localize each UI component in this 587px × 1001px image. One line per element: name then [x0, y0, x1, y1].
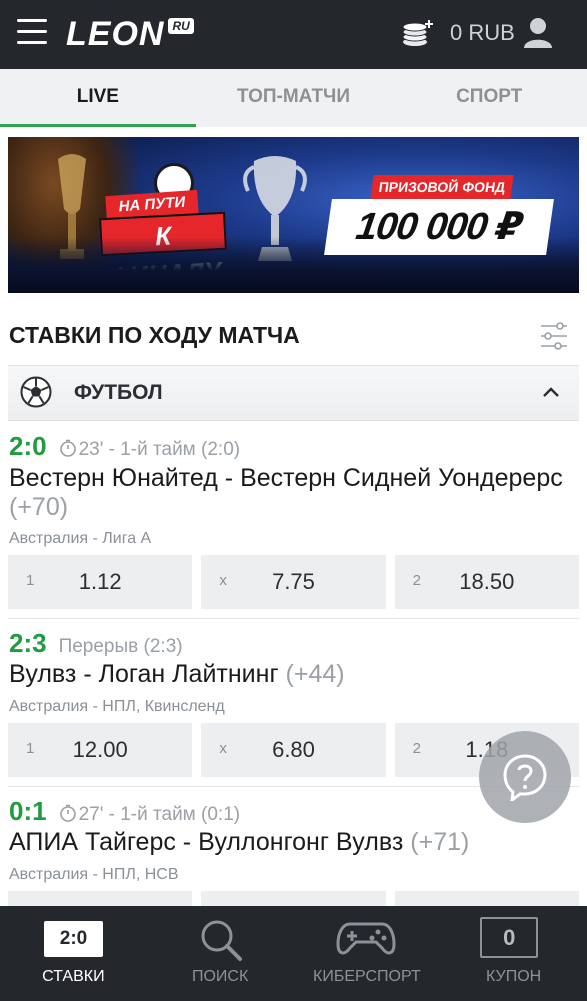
tab-top-matches[interactable]: ТОП-МАТЧИ	[196, 69, 392, 127]
nav-search[interactable]: ПОИСК	[147, 906, 294, 1001]
nav-label: ПОИСК	[191, 968, 249, 985]
prize-label: ПРИЗОВОЙ ФОНД	[370, 175, 514, 199]
odd-button-home[interactable]: 1 1.12	[8, 555, 193, 609]
odd-value: 1.12	[78, 569, 122, 594]
prize-amount: 100 000 ₽	[324, 199, 554, 255]
nav-bets[interactable]: 2:0 СТАВКИ	[0, 906, 147, 1001]
sport-header-football[interactable]: ФУТБОЛ	[8, 365, 579, 421]
more-markets-count[interactable]: (+70)	[9, 493, 68, 521]
main-tabs: LIVE ТОП-МАТЧИ СПОРТ	[0, 69, 587, 127]
match-score: 0:1	[9, 796, 47, 826]
match-teams: Вулвз - Логан Лайтнинг	[9, 660, 279, 688]
odd-value: 6.80	[272, 737, 315, 762]
user-icon[interactable]	[523, 17, 553, 49]
menu-icon[interactable]	[17, 19, 47, 45]
match-title[interactable]: Вестерн Юнайтед - Вестерн Сидней Уондере…	[9, 464, 579, 522]
match-status-row: 2:0 23' - 1-й тайм (2:0)	[9, 431, 240, 461]
match-divider	[8, 618, 579, 619]
section-title: СТАВКИ ПО ХОДУ МАТЧА	[9, 322, 300, 348]
nav-label: КУПОН	[486, 968, 542, 985]
chevron-up-icon[interactable]	[542, 385, 560, 399]
football-icon	[20, 376, 52, 408]
nav-label: СТАВКИ	[42, 968, 105, 985]
match-status-row: 0:1 27' - 1-й тайм (0:1)	[9, 796, 240, 826]
match-score: 2:0	[9, 431, 47, 461]
tab-sport[interactable]: СПОРТ	[391, 69, 587, 127]
timer-icon	[59, 804, 76, 822]
coins-icon[interactable]	[402, 18, 436, 48]
help-button[interactable]	[479, 731, 571, 823]
odds-row: 1 1.12 x 7.75 2 18.50	[8, 555, 579, 609]
nav-coupon[interactable]: 0 КУПОН	[440, 906, 587, 1001]
timer-icon	[59, 439, 76, 457]
leon-logo[interactable]: LEON RU	[66, 14, 194, 54]
match-time: Перерыв (2:3)	[58, 636, 183, 657]
odd-button-draw[interactable]: x 7.75	[201, 555, 386, 609]
search-icon	[201, 920, 242, 961]
app-header: LEON RU 0 RUB	[0, 0, 587, 69]
tab-live[interactable]: LIVE	[0, 69, 196, 127]
league-name: Австралия - Лига А	[9, 530, 152, 547]
bottom-navigation: 2:0 СТАВКИ ПОИСК КИБЕРСПОРТ 0 КУПОН	[0, 906, 587, 1001]
gamepad-icon	[335, 922, 396, 955]
league-name: Австралия - НПЛ, Квинсленд	[9, 698, 225, 715]
logo-suffix: RU	[168, 18, 194, 34]
odd-value: 7.75	[272, 569, 315, 594]
match-time: 23' - 1-й тайм (2:0)	[78, 439, 241, 460]
more-markets-count[interactable]: (+44)	[286, 660, 345, 688]
sport-name: ФУТБОЛ	[74, 381, 163, 404]
balance-amount[interactable]: 0 RUB	[450, 20, 515, 46]
nav-esports[interactable]: КИБЕРСПОРТ	[294, 906, 441, 1001]
odd-value: 18.50	[459, 569, 515, 594]
match-status-row: 2:3 Перерыв (2:3)	[9, 628, 183, 658]
nav-label: КИБЕРСПОРТ	[313, 968, 421, 985]
match-title[interactable]: АПИА Тайгерс - Вуллонгонг Вулвз (+71)	[9, 828, 579, 857]
match-time: 27' - 1-й тайм (0:1)	[78, 804, 241, 825]
odd-value: 12.00	[72, 737, 128, 762]
odd-button-away[interactable]: 2 18.50	[394, 555, 579, 609]
logo-text: LEON	[66, 15, 165, 53]
match-teams: Вестерн Юнайтед - Вестерн Сидней Уондере…	[9, 464, 563, 492]
odd-button-draw[interactable]: x 6.80	[201, 723, 386, 777]
match-title[interactable]: Вулвз - Логан Лайтнинг (+44)	[9, 660, 579, 689]
odd-button-home[interactable]: 1 12.00	[8, 723, 193, 777]
filter-icon[interactable]	[540, 322, 568, 350]
coupon-count-badge: 0	[480, 917, 539, 958]
league-name: Австралия - НПЛ, НСВ	[9, 866, 179, 883]
live-score-badge: 2:0	[44, 921, 103, 957]
help-icon	[503, 754, 547, 801]
match-teams: АПИА Тайгерс - Вуллонгонг Вулвз	[9, 828, 404, 856]
more-markets-count[interactable]: (+71)	[410, 828, 469, 856]
match-score: 2:3	[9, 628, 47, 658]
